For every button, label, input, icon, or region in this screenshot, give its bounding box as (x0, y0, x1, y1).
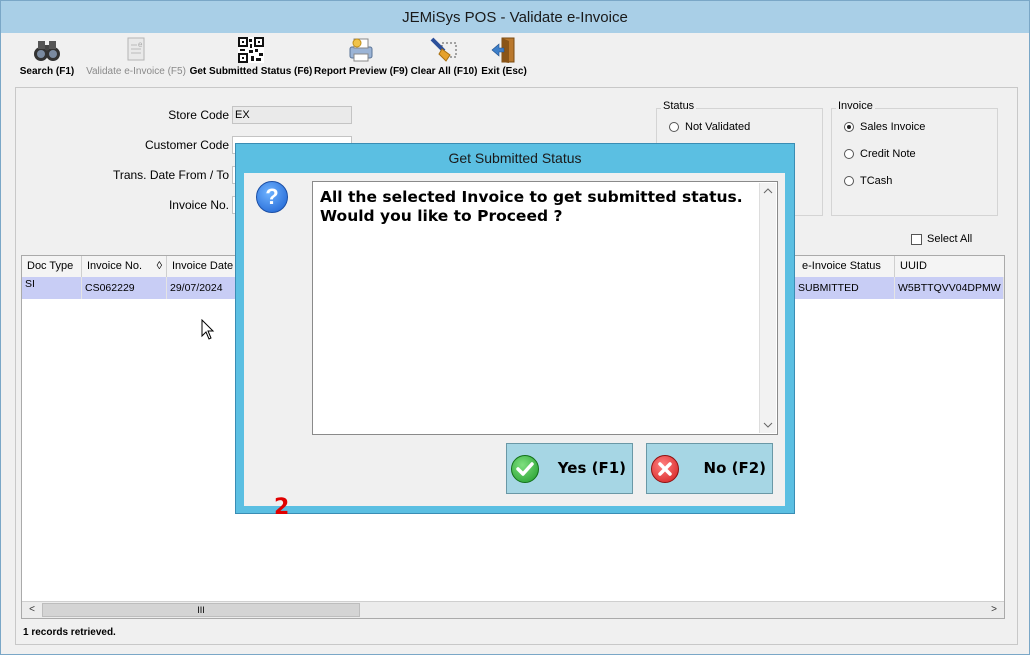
question-icon: ? (256, 181, 288, 213)
radio-credit-note[interactable]: Credit Note (844, 148, 916, 160)
no-label: No (F2) (703, 459, 766, 477)
status-group-title: Status (661, 100, 697, 112)
cell-invoice-no: CS062229 (82, 277, 167, 299)
store-code-label: Store Code (168, 108, 229, 122)
scroll-up-icon[interactable] (763, 187, 773, 195)
radio-sales-invoice[interactable]: Sales Invoice (844, 121, 925, 133)
radio-not-validated[interactable]: Not Validated (669, 121, 750, 133)
title-bar: JEMiSys POS - Validate e-Invoice (1, 1, 1029, 33)
message-box: All the selected Invoice to get submitte… (312, 181, 778, 435)
get-submitted-status-button[interactable]: Get Submitted Status (F6) (189, 33, 313, 79)
close-icon (651, 455, 679, 483)
cell-invoice-date: 29/07/2024 (167, 277, 237, 299)
check-icon (511, 455, 539, 483)
status-bar-text: 1 records retrieved. (23, 627, 116, 638)
invoice-no-label: Invoice No. (168, 198, 229, 212)
col-einvoice-status[interactable]: e-Invoice Status (797, 256, 895, 277)
dialog-body: ? All the selected Invoice to get submit… (244, 173, 785, 520)
scroll-thumb[interactable]: III (42, 603, 360, 617)
yes-label: Yes (F1) (557, 459, 626, 477)
scroll-down-icon[interactable] (763, 421, 773, 429)
dialog-title: Get Submitted Status (448, 150, 582, 166)
vertical-scrollbar[interactable] (759, 183, 776, 433)
no-button[interactable]: No (F2) (646, 443, 773, 494)
customer-code-label: Customer Code (144, 138, 229, 152)
document-e-icon: e (127, 37, 145, 61)
validate-einvoice-button[interactable]: e Validate e-Invoice (F5) (83, 33, 189, 79)
yes-button[interactable]: Yes (F1) (506, 443, 633, 494)
brush-icon (430, 37, 457, 62)
get-submitted-status-dialog: Get Submitted Status ? All the selected … (235, 143, 795, 520)
search-button[interactable]: Search (F1) (11, 33, 83, 79)
svg-text:e: e (138, 40, 143, 49)
mouse-cursor-icon (201, 319, 215, 340)
cell-uuid: W5BTTQVV04DPMW (895, 277, 1004, 299)
horizontal-scrollbar[interactable]: < III > (22, 601, 1004, 618)
scroll-left-icon[interactable]: < (24, 602, 40, 618)
col-invoice-date[interactable]: Invoice Date (167, 256, 237, 277)
dialog-message: All the selected Invoice to get submitte… (320, 188, 743, 225)
col-doc-type[interactable]: Doc Type (22, 256, 82, 277)
window-title: JEMiSys POS - Validate e-Invoice (402, 8, 628, 26)
scroll-right-icon[interactable]: > (986, 602, 1002, 618)
checkbox-box (911, 233, 922, 245)
radio-tcash[interactable]: TCash (844, 175, 892, 187)
radio-circle (844, 149, 854, 159)
radio-circle (669, 122, 679, 132)
clear-all-button[interactable]: Clear All (F10) (409, 33, 479, 79)
exit-door-icon (491, 37, 515, 63)
radio-circle (844, 176, 854, 186)
binoculars-icon (34, 41, 60, 61)
report-preview-button[interactable]: Report Preview (F9) (313, 33, 409, 79)
radio-circle-selected (844, 122, 854, 132)
cell-doc-type: SI (22, 277, 82, 299)
exit-button[interactable]: Exit (Esc) (479, 33, 529, 79)
invoice-group-title: Invoice (836, 100, 875, 112)
trans-date-label: Trans. Date From / To (112, 168, 229, 182)
col-uuid[interactable]: UUID (895, 256, 1004, 277)
toolbar: Search (F1) e Validate e-Invoice (F5) Ge… (11, 33, 529, 79)
qr-code-icon (238, 37, 264, 63)
sort-icon: ◊ (156, 260, 162, 272)
store-code-field[interactable]: EX (232, 106, 352, 124)
col-invoice-no[interactable]: Invoice No. ◊ (82, 256, 167, 277)
app-window: JEMiSys POS - Validate e-Invoice Search … (0, 0, 1030, 655)
countdown-counter: 2 (274, 495, 290, 520)
cell-einvoice-status: SUBMITTED (795, 277, 895, 299)
select-all-checkbox[interactable]: Select All (911, 233, 972, 245)
printer-preview-icon (349, 38, 373, 62)
